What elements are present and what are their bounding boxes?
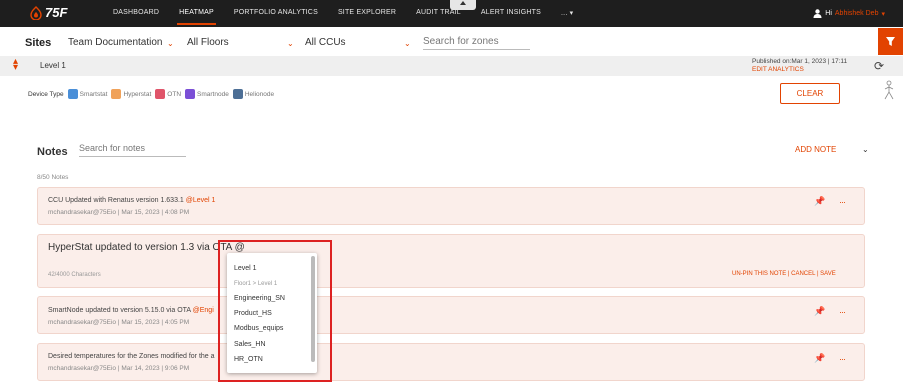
nav-heatmap[interactable]: HEATMAP — [177, 9, 216, 25]
note-body: Desired temperatures for the Zones modif… — [48, 353, 215, 360]
refresh-icon[interactable]: ⟳ — [874, 59, 884, 73]
legend-label: Hyperstat — [123, 90, 152, 98]
floor-select-chevron-icon[interactable]: ⌄ — [287, 39, 294, 48]
level-bar: ▴ ▾ Level 1 Published on:Mar 1, 2023 | 17… — [0, 56, 903, 76]
clear-button[interactable]: CLEAR — [780, 83, 840, 104]
helionode-swatch — [232, 89, 243, 99]
filter-button[interactable] — [878, 28, 903, 55]
action-separator: | — [787, 271, 790, 277]
pin-icon[interactable]: 📌 — [814, 196, 825, 207]
note-card[interactable]: CCU Updated with Renatus version 1.633.1… — [37, 187, 865, 225]
note-text: CCU Updated with Renatus version 1.633.1… — [48, 197, 215, 204]
nav-portfolio-analytics[interactable]: PORTFOLIO ANALYTICS — [234, 9, 318, 17]
brand-logo[interactable]: 75F — [30, 5, 67, 20]
note-meta: mchandrasekar@75Eio | Mar 15, 2023 | 4:0… — [48, 319, 190, 326]
filter-icon — [886, 37, 895, 46]
note-card[interactable]: Desired temperatures for the Zones modif… — [37, 343, 865, 381]
chevron-down-icon[interactable]: ⌄ — [862, 145, 869, 154]
note-edit-input[interactable]: HyperStat updated to version 1.3 via OTA… — [48, 242, 245, 253]
note-body: SmartNode updated to version 5.15.0 via … — [48, 307, 191, 314]
action-separator: | — [816, 271, 819, 277]
site-select-chevron-icon[interactable]: ⌄ — [167, 39, 174, 48]
notes-title: Notes — [37, 146, 68, 158]
flame-icon — [30, 5, 42, 20]
note-card[interactable]: SmartNode updated to version 5.15.0 via … — [37, 296, 865, 334]
note-mention[interactable]: @Engi — [193, 307, 214, 314]
smartstat-swatch — [67, 89, 78, 99]
legend-label: Helionode — [244, 90, 275, 98]
sites-filter-row: Sites Team Documentation ⌄ All Floors ⌄ … — [0, 32, 903, 54]
nav-site-explorer[interactable]: SITE EXPLORER — [338, 9, 396, 17]
sites-label: Sites — [25, 37, 52, 49]
save-button[interactable]: SAVE — [820, 271, 836, 277]
legend-smartnode[interactable]: Smartnode — [185, 89, 229, 99]
note-edit-actions: UN-PIN THIS NOTE | CANCEL | SAVE — [732, 271, 836, 277]
published-date: Published on:Mar 1, 2023 | 17:11 — [752, 58, 848, 65]
user-name: Abhishek Deb — [834, 10, 879, 17]
edit-analytics-link[interactable]: EDIT ANALYTICS — [752, 66, 847, 74]
legend-hyperstat[interactable]: Hyperstat — [111, 89, 151, 99]
legend-label: OTN — [167, 90, 182, 98]
zone-search-input[interactable]: Search for zones — [423, 36, 530, 50]
highlight-box — [218, 240, 332, 382]
nav-more-label: ... — [561, 10, 568, 17]
nav-alert-insights[interactable]: ALERT INSIGHTS — [481, 9, 541, 17]
more-options-icon[interactable]: ··· — [839, 307, 846, 317]
device-type-legend: Device Type Smartstat Hyperstat OTN Smar… — [28, 89, 278, 99]
site-select[interactable]: Team Documentation — [68, 37, 163, 48]
add-note-button[interactable]: ADD NOTE — [795, 145, 836, 154]
published-info: Published on:Mar 1, 2023 | 17:11 EDIT AN… — [752, 58, 847, 74]
collapse-header-button[interactable] — [450, 0, 476, 10]
top-nav-bar: 75F DASHBOARD HEATMAP PORTFOLIO ANALYTIC… — [0, 0, 903, 27]
pin-icon[interactable]: 📌 — [814, 306, 825, 317]
nav-more[interactable]: ... ▾ — [561, 9, 573, 17]
level-name: Level 1 — [40, 61, 66, 70]
main-nav: DASHBOARD HEATMAP PORTFOLIO ANALYTICS SI… — [113, 9, 593, 25]
character-count: 42/4000 Characters — [48, 272, 101, 278]
legend-otn[interactable]: OTN — [155, 89, 181, 99]
floor-select[interactable]: All Floors — [187, 37, 229, 48]
legend-label: Smartnode — [197, 90, 229, 98]
user-greeting: Hi — [825, 10, 832, 17]
note-text: Desired temperatures for the Zones modif… — [48, 353, 215, 360]
legend-helionode[interactable]: Helionode — [232, 89, 275, 99]
unpin-note-button[interactable]: UN-PIN THIS NOTE — [732, 271, 786, 277]
person-outline-icon[interactable] — [884, 80, 894, 100]
cancel-button[interactable]: CANCEL — [791, 271, 815, 277]
note-meta: mchandrasekar@75Eio | Mar 15, 2023 | 4:0… — [48, 209, 190, 216]
chevron-up-icon — [460, 1, 466, 5]
chevron-down-icon: ▾ — [881, 10, 885, 18]
otn-swatch — [155, 89, 166, 99]
ccu-select[interactable]: All CCUs — [305, 37, 346, 48]
more-options-icon[interactable]: ··· — [839, 354, 846, 364]
ccu-select-chevron-icon[interactable]: ⌄ — [404, 39, 411, 48]
legend-smartstat[interactable]: Smartstat — [67, 89, 108, 99]
logo-text: 75F — [45, 5, 68, 20]
nav-audit-trail[interactable]: AUDIT TRAIL — [416, 9, 461, 17]
user-icon — [813, 9, 822, 18]
legend-label: Smartstat — [79, 90, 108, 98]
device-type-label: Device Type — [28, 90, 64, 98]
notes-count: 8/50 Notes — [37, 174, 69, 181]
more-options-icon[interactable]: ··· — [839, 197, 846, 207]
smartnode-swatch — [185, 89, 196, 99]
hyperstat-swatch — [111, 89, 122, 99]
note-body: CCU Updated with Renatus version 1.633.1 — [48, 197, 184, 204]
note-meta: mchandrasekar@75Eio | Mar 14, 2023 | 9:0… — [48, 365, 190, 372]
note-editor: HyperStat updated to version 1.3 via OTA… — [37, 234, 865, 288]
note-mention[interactable]: @Level 1 — [186, 197, 216, 204]
reorder-arrows-icon[interactable]: ▴ ▾ — [13, 57, 18, 73]
notes-search-input[interactable]: Search for notes — [79, 143, 186, 157]
user-menu[interactable]: Hi Abhishek Deb ▾ — [813, 9, 885, 18]
pin-icon[interactable]: 📌 — [814, 353, 825, 364]
note-text: SmartNode updated to version 5.15.0 via … — [48, 307, 214, 314]
nav-dashboard[interactable]: DASHBOARD — [113, 9, 159, 17]
